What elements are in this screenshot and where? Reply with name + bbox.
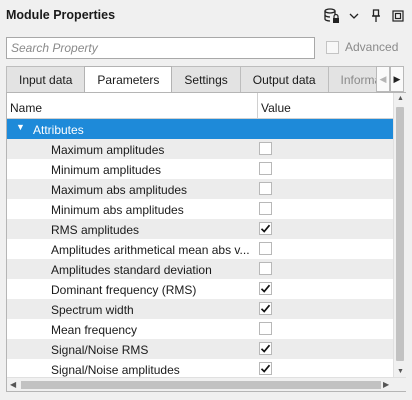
scroll-up-arrow-icon[interactable]: ▲	[397, 95, 404, 102]
row-label: Minimum amplitudes	[51, 163, 162, 177]
value-checkbox[interactable]	[259, 162, 272, 175]
tab-scroll-right-button[interactable]: ▶	[390, 66, 404, 92]
tab-settings[interactable]: Settings	[171, 66, 241, 92]
window-icon[interactable]	[388, 6, 408, 26]
tree-rows: ▼ Attributes Maximum amplitudes Minimum …	[7, 119, 393, 379]
row-label: Signal/Noise RMS	[51, 343, 149, 357]
tree-row[interactable]: Maximum abs amplitudes	[7, 179, 393, 199]
tree-row[interactable]: Maximum amplitudes	[7, 139, 393, 159]
vertical-scroll-thumb[interactable]	[396, 107, 404, 361]
advanced-toggle[interactable]: Advanced	[326, 40, 398, 54]
tab-input-data[interactable]: Input data	[6, 66, 86, 92]
tab-information[interactable]: Informa	[327, 66, 376, 92]
value-checkbox-checked[interactable]	[259, 302, 272, 315]
value-checkbox-checked[interactable]	[259, 222, 272, 235]
tab-output-data[interactable]: Output data	[239, 66, 329, 92]
database-icon[interactable]	[322, 6, 342, 26]
tree-header: Name Value	[7, 93, 393, 119]
title-bar-actions	[322, 6, 408, 26]
value-checkbox[interactable]	[259, 262, 272, 275]
tree-row[interactable]: Amplitudes arithmetical mean abs v...	[7, 239, 393, 259]
horizontal-scroll-thumb[interactable]	[21, 381, 381, 389]
tree-group-attributes[interactable]: ▼ Attributes	[7, 119, 393, 139]
row-label: Mean frequency	[51, 323, 138, 337]
value-checkbox[interactable]	[259, 182, 272, 195]
scroll-down-arrow-icon[interactable]: ▼	[397, 368, 404, 375]
panel-title: Module Properties	[6, 8, 116, 22]
search-input[interactable]	[7, 38, 314, 58]
chevron-down-icon[interactable]	[344, 6, 364, 26]
pin-icon[interactable]	[366, 6, 386, 26]
tab-bar: Input data Parameters Settings Output da…	[6, 66, 376, 92]
value-checkbox-checked[interactable]	[259, 342, 272, 355]
horizontal-scrollbar[interactable]: ◀ ▶	[7, 377, 406, 391]
value-checkbox-checked[interactable]	[259, 362, 272, 375]
row-label: Spectrum width	[51, 303, 134, 317]
tree-row[interactable]: Mean frequency	[7, 319, 393, 339]
row-label: Dominant frequency (RMS)	[51, 283, 197, 297]
row-label: Minimum abs amplitudes	[51, 203, 184, 217]
tree-row[interactable]: RMS amplitudes	[7, 219, 393, 239]
tab-scroll-left-button[interactable]: ◀	[376, 66, 390, 92]
column-header-name[interactable]: Name	[10, 101, 42, 115]
value-checkbox[interactable]	[259, 202, 272, 215]
tree-row[interactable]: Signal/Noise RMS	[7, 339, 393, 359]
tree-row[interactable]: Minimum abs amplitudes	[7, 199, 393, 219]
value-checkbox[interactable]	[259, 242, 272, 255]
group-label: Attributes	[33, 123, 84, 137]
title-bar: Module Properties	[0, 0, 412, 32]
vertical-scrollbar[interactable]: ▲ ▼	[393, 93, 406, 377]
row-label: Maximum amplitudes	[51, 143, 165, 157]
row-label: Signal/Noise amplitudes	[51, 363, 180, 377]
scroll-right-arrow-icon[interactable]: ▶	[383, 380, 389, 389]
expand-arrow-icon[interactable]: ▼	[16, 122, 25, 132]
search-property-field[interactable]	[6, 37, 315, 59]
tree-row[interactable]: Dominant frequency (RMS)	[7, 279, 393, 299]
value-checkbox[interactable]	[259, 142, 272, 155]
advanced-checkbox[interactable]	[326, 40, 339, 54]
row-label: RMS amplitudes	[51, 223, 140, 237]
scroll-left-arrow-icon[interactable]: ◀	[10, 380, 16, 389]
tree-row[interactable]: Signal/Noise amplitudes	[7, 359, 393, 379]
row-label: Amplitudes arithmetical mean abs v...	[51, 243, 250, 257]
row-label: Maximum abs amplitudes	[51, 183, 188, 197]
tree-row[interactable]: Amplitudes standard deviation	[7, 259, 393, 279]
column-divider[interactable]	[257, 93, 258, 118]
advanced-label: Advanced	[345, 40, 399, 54]
row-label: Amplitudes standard deviation	[51, 263, 212, 277]
value-checkbox[interactable]	[259, 322, 272, 335]
property-tree: Name Value ▼ Attributes Maximum amplitud…	[6, 92, 406, 392]
value-checkbox-checked[interactable]	[259, 282, 272, 295]
tree-row[interactable]: Minimum amplitudes	[7, 159, 393, 179]
tree-row[interactable]: Spectrum width	[7, 299, 393, 319]
column-header-value[interactable]: Value	[261, 101, 291, 115]
tab-parameters[interactable]: Parameters	[84, 66, 173, 92]
